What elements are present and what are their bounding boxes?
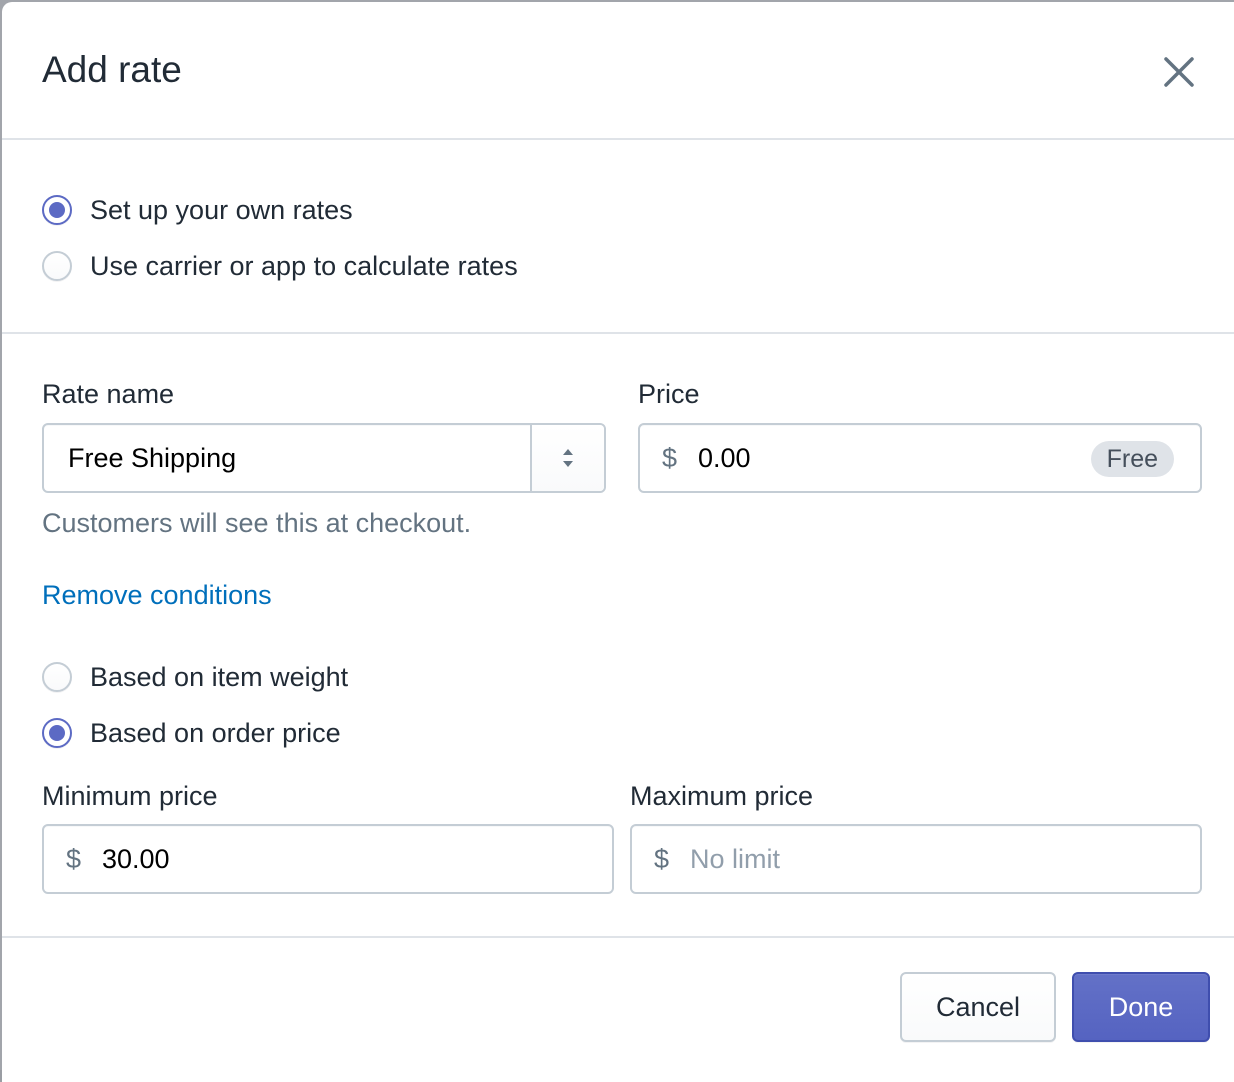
remove-conditions-link[interactable]: Remove conditions	[42, 579, 272, 611]
radio-order-price[interactable]: Based on order price	[42, 717, 341, 749]
minimum-price-label: Minimum price	[42, 781, 218, 811]
radio-button-checked[interactable]	[42, 195, 72, 225]
maximum-price-input[interactable]: $ No limit	[630, 824, 1202, 894]
minimum-price-value: 30.00	[102, 844, 170, 874]
currency-prefix: $	[662, 443, 678, 473]
modal-footer: Cancel Done	[2, 936, 1234, 1078]
add-rate-modal: Add rate Set up your own rates Use carri…	[2, 2, 1234, 1082]
radio-button-checked[interactable]	[42, 718, 72, 748]
modal-title: Add rate	[42, 49, 182, 90]
radio-own-rates[interactable]: Set up your own rates	[42, 194, 353, 226]
maximum-price-label: Maximum price	[630, 781, 814, 811]
radio-button-unchecked[interactable]	[42, 662, 72, 692]
select-arrow-button[interactable]	[530, 425, 604, 491]
radio-carrier-rates[interactable]: Use carrier or app to calculate rates	[42, 250, 518, 282]
cancel-button[interactable]: Cancel	[900, 972, 1056, 1042]
close-button[interactable]	[1157, 50, 1201, 94]
currency-prefix: $	[66, 844, 82, 874]
rate-type-section: Set up your own rates Use carrier or app…	[2, 140, 1234, 334]
rate-name-help-text: Customers will see this at checkout.	[42, 508, 472, 538]
price-label: Price	[638, 379, 700, 409]
radio-label: Set up your own rates	[90, 195, 353, 225]
currency-prefix: $	[654, 844, 670, 874]
modal-header: Add rate	[2, 2, 1234, 140]
radio-label: Use carrier or app to calculate rates	[90, 251, 518, 281]
radio-label: Based on item weight	[90, 662, 349, 692]
rate-name-value: Free Shipping	[68, 443, 237, 473]
radio-item-weight[interactable]: Based on item weight	[42, 661, 348, 693]
minimum-price-input[interactable]: $ 30.00	[42, 824, 614, 894]
rate-name-select[interactable]: Free Shipping	[42, 423, 606, 493]
radio-label: Based on order price	[90, 718, 341, 748]
done-button[interactable]: Done	[1072, 972, 1210, 1042]
maximum-price-placeholder: No limit	[690, 844, 781, 874]
price-value: 0.00	[698, 443, 751, 473]
rate-name-label: Rate name	[42, 379, 175, 409]
free-badge: Free	[1090, 441, 1174, 477]
price-input[interactable]: $ 0.00 Free	[638, 423, 1202, 493]
radio-button-unchecked[interactable]	[42, 251, 72, 281]
close-icon	[1164, 57, 1194, 87]
select-arrows-icon	[563, 449, 573, 467]
